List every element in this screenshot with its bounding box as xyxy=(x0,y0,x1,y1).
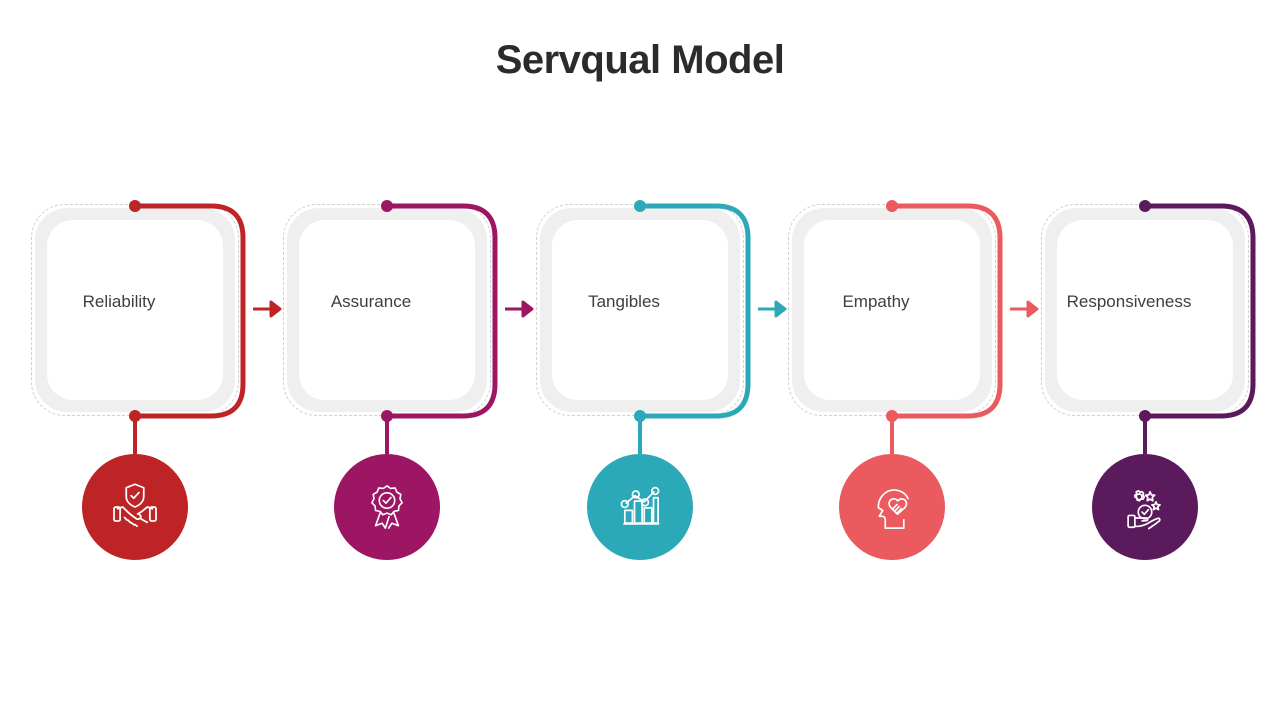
stage-stem xyxy=(1143,412,1147,454)
award-badge-check-icon xyxy=(371,485,403,529)
stage-bracket-path xyxy=(634,200,751,422)
stage-stem xyxy=(890,412,894,454)
handshake-shield-icon xyxy=(113,483,157,528)
slide-canvas: Servqual Model Reliability Assurance Tan… xyxy=(0,0,1280,720)
stage-bracket-path xyxy=(129,200,246,422)
icon-circle-hand-gear-check[interactable] xyxy=(1092,454,1198,560)
head-heart-hand-icon xyxy=(877,489,909,529)
bar-chart-line-icon xyxy=(620,486,660,525)
icon-circle-bar-chart[interactable] xyxy=(587,454,693,560)
stage-assurance[interactable]: Assurance xyxy=(283,196,534,560)
stage-reliability[interactable]: Reliability xyxy=(31,196,282,560)
stage-bracket-path xyxy=(1139,200,1256,422)
stage-stem xyxy=(385,412,389,454)
stage-tangibles[interactable]: Tangibles xyxy=(536,196,787,560)
stage-bracket-path xyxy=(381,200,498,422)
servqual-stage-row: Reliability Assurance Tangibles Empathy … xyxy=(0,196,1280,596)
page-title: Servqual Model xyxy=(495,38,785,82)
icon-circle-head-heart[interactable] xyxy=(839,454,945,560)
stage-responsiveness[interactable]: Responsiveness xyxy=(1041,196,1256,560)
icon-circle-handshake-shield[interactable] xyxy=(82,454,188,560)
stage-stem xyxy=(133,412,137,454)
stage-empathy[interactable]: Empathy xyxy=(788,196,1039,560)
icon-circle-award-badge[interactable] xyxy=(334,454,440,560)
hand-gear-check-icon xyxy=(1127,489,1161,530)
stage-stem xyxy=(638,412,642,454)
stage-bracket-path xyxy=(886,200,1003,422)
